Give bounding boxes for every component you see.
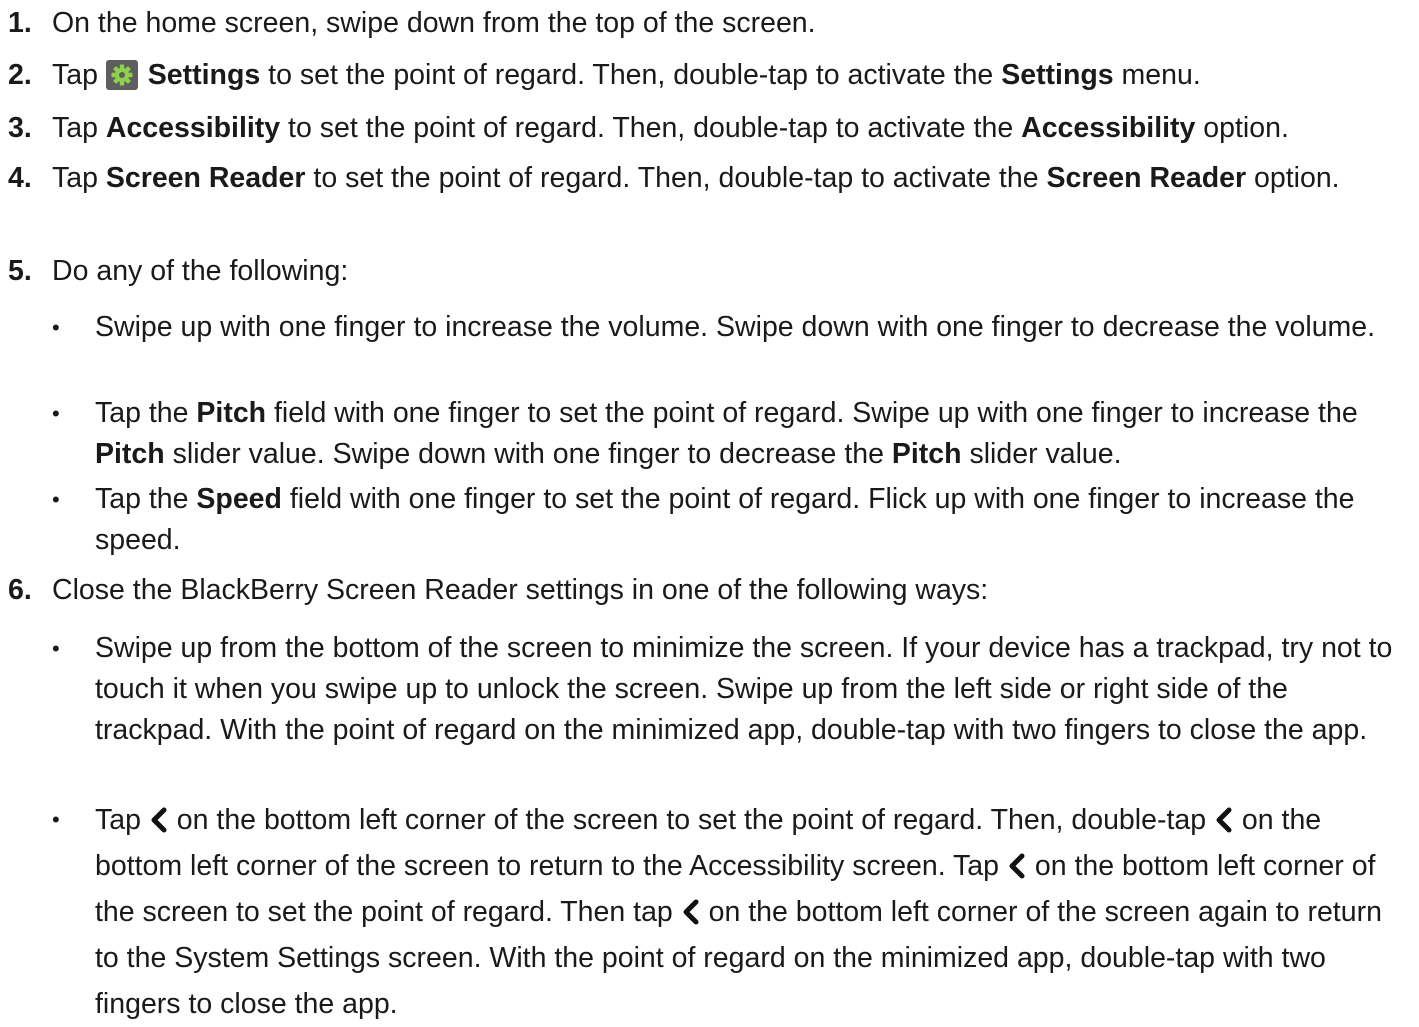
step-3: 3. Tap Accessibility to set the point of…: [0, 108, 1412, 149]
bullet-text: Tap the: [95, 397, 197, 429]
bullet: •: [52, 807, 60, 832]
chevron-left-icon: [1007, 847, 1027, 879]
bullet-item: • Swipe up with one finger to increase t…: [0, 307, 1409, 348]
step-text: Close the BlackBerry Screen Reader setti…: [52, 574, 989, 606]
bullet-item: • Tap on the bottom left corner of the s…: [0, 797, 1409, 1027]
bullet-text: slider value. Swipe down with one finger…: [164, 438, 892, 470]
bullet: •: [52, 636, 60, 661]
bullet-text: Tap: [95, 804, 149, 836]
bullet-text: field with one finger to set the point o…: [266, 397, 1358, 429]
chevron-left-icon: [681, 893, 701, 925]
bold-term: Settings: [1001, 59, 1114, 91]
step-1: 1. On the home screen, swipe down from t…: [0, 3, 1412, 44]
step-text: Do any of the following:: [52, 255, 349, 287]
step-5: 5. Do any of the following:: [0, 251, 1412, 292]
step-6: 6. Close the BlackBerry Screen Reader se…: [0, 570, 1412, 611]
bullet: •: [52, 401, 60, 426]
bullet-text: on the bottom left corner of the screen …: [168, 804, 1214, 836]
step-text: On the home screen, swipe down from the …: [52, 7, 816, 39]
bullet-text: Tap the: [95, 483, 197, 515]
step-number: 4.: [8, 162, 32, 194]
bullet-text: field with one finger to set the point o…: [95, 483, 1355, 556]
gear-icon: [105, 60, 138, 90]
step-text: Tap: [52, 59, 106, 91]
bullet-item: • Swipe up from the bottom of the screen…: [0, 628, 1409, 751]
step-number: 1.: [8, 7, 32, 39]
bullet: •: [52, 487, 60, 512]
step-text: Tap: [52, 162, 106, 194]
bullet-item: • Tap the Speed field with one finger to…: [0, 479, 1409, 561]
step-text: to set the point of regard. Then, double…: [260, 59, 1002, 91]
step-number: 3.: [8, 112, 32, 144]
bullet-text: Swipe up from the bottom of the screen t…: [95, 632, 1393, 746]
step-number: 5.: [8, 255, 32, 287]
step-text: option.: [1246, 162, 1340, 194]
step-text: option.: [1195, 112, 1289, 144]
bold-term: Settings: [147, 59, 261, 91]
step-number: 6.: [8, 574, 32, 606]
bold-term: Accessibility: [1021, 112, 1196, 144]
step-4: 4. Tap Screen Reader to set the point of…: [0, 158, 1412, 199]
step-text: Tap: [52, 112, 106, 144]
bold-term: Speed: [196, 483, 282, 515]
bullet: •: [52, 315, 60, 340]
step-text: menu.: [1113, 59, 1201, 91]
bullet-text: Swipe up with one finger to increase the…: [95, 311, 1376, 343]
bullet-text: slider value.: [961, 438, 1122, 470]
bold-term: Screen Reader: [1046, 162, 1247, 194]
chevron-left-icon: [1214, 801, 1234, 833]
bold-term: Pitch: [196, 397, 267, 429]
bold-term: Pitch: [891, 438, 962, 470]
bold-term: Pitch: [95, 438, 165, 470]
step-text: to set the point of regard. Then, double…: [280, 112, 1022, 144]
chevron-left-icon: [149, 801, 169, 833]
bold-term: Accessibility: [105, 112, 281, 144]
step-text: to set the point of regard. Then, double…: [305, 162, 1047, 194]
step-number: 2.: [8, 59, 32, 91]
bold-term: Screen Reader: [105, 162, 306, 194]
bullet-item: • Tap the Pitch field with one finger to…: [0, 393, 1409, 475]
step-2: 2. Tap Settings to set the point of rega…: [0, 55, 1412, 96]
